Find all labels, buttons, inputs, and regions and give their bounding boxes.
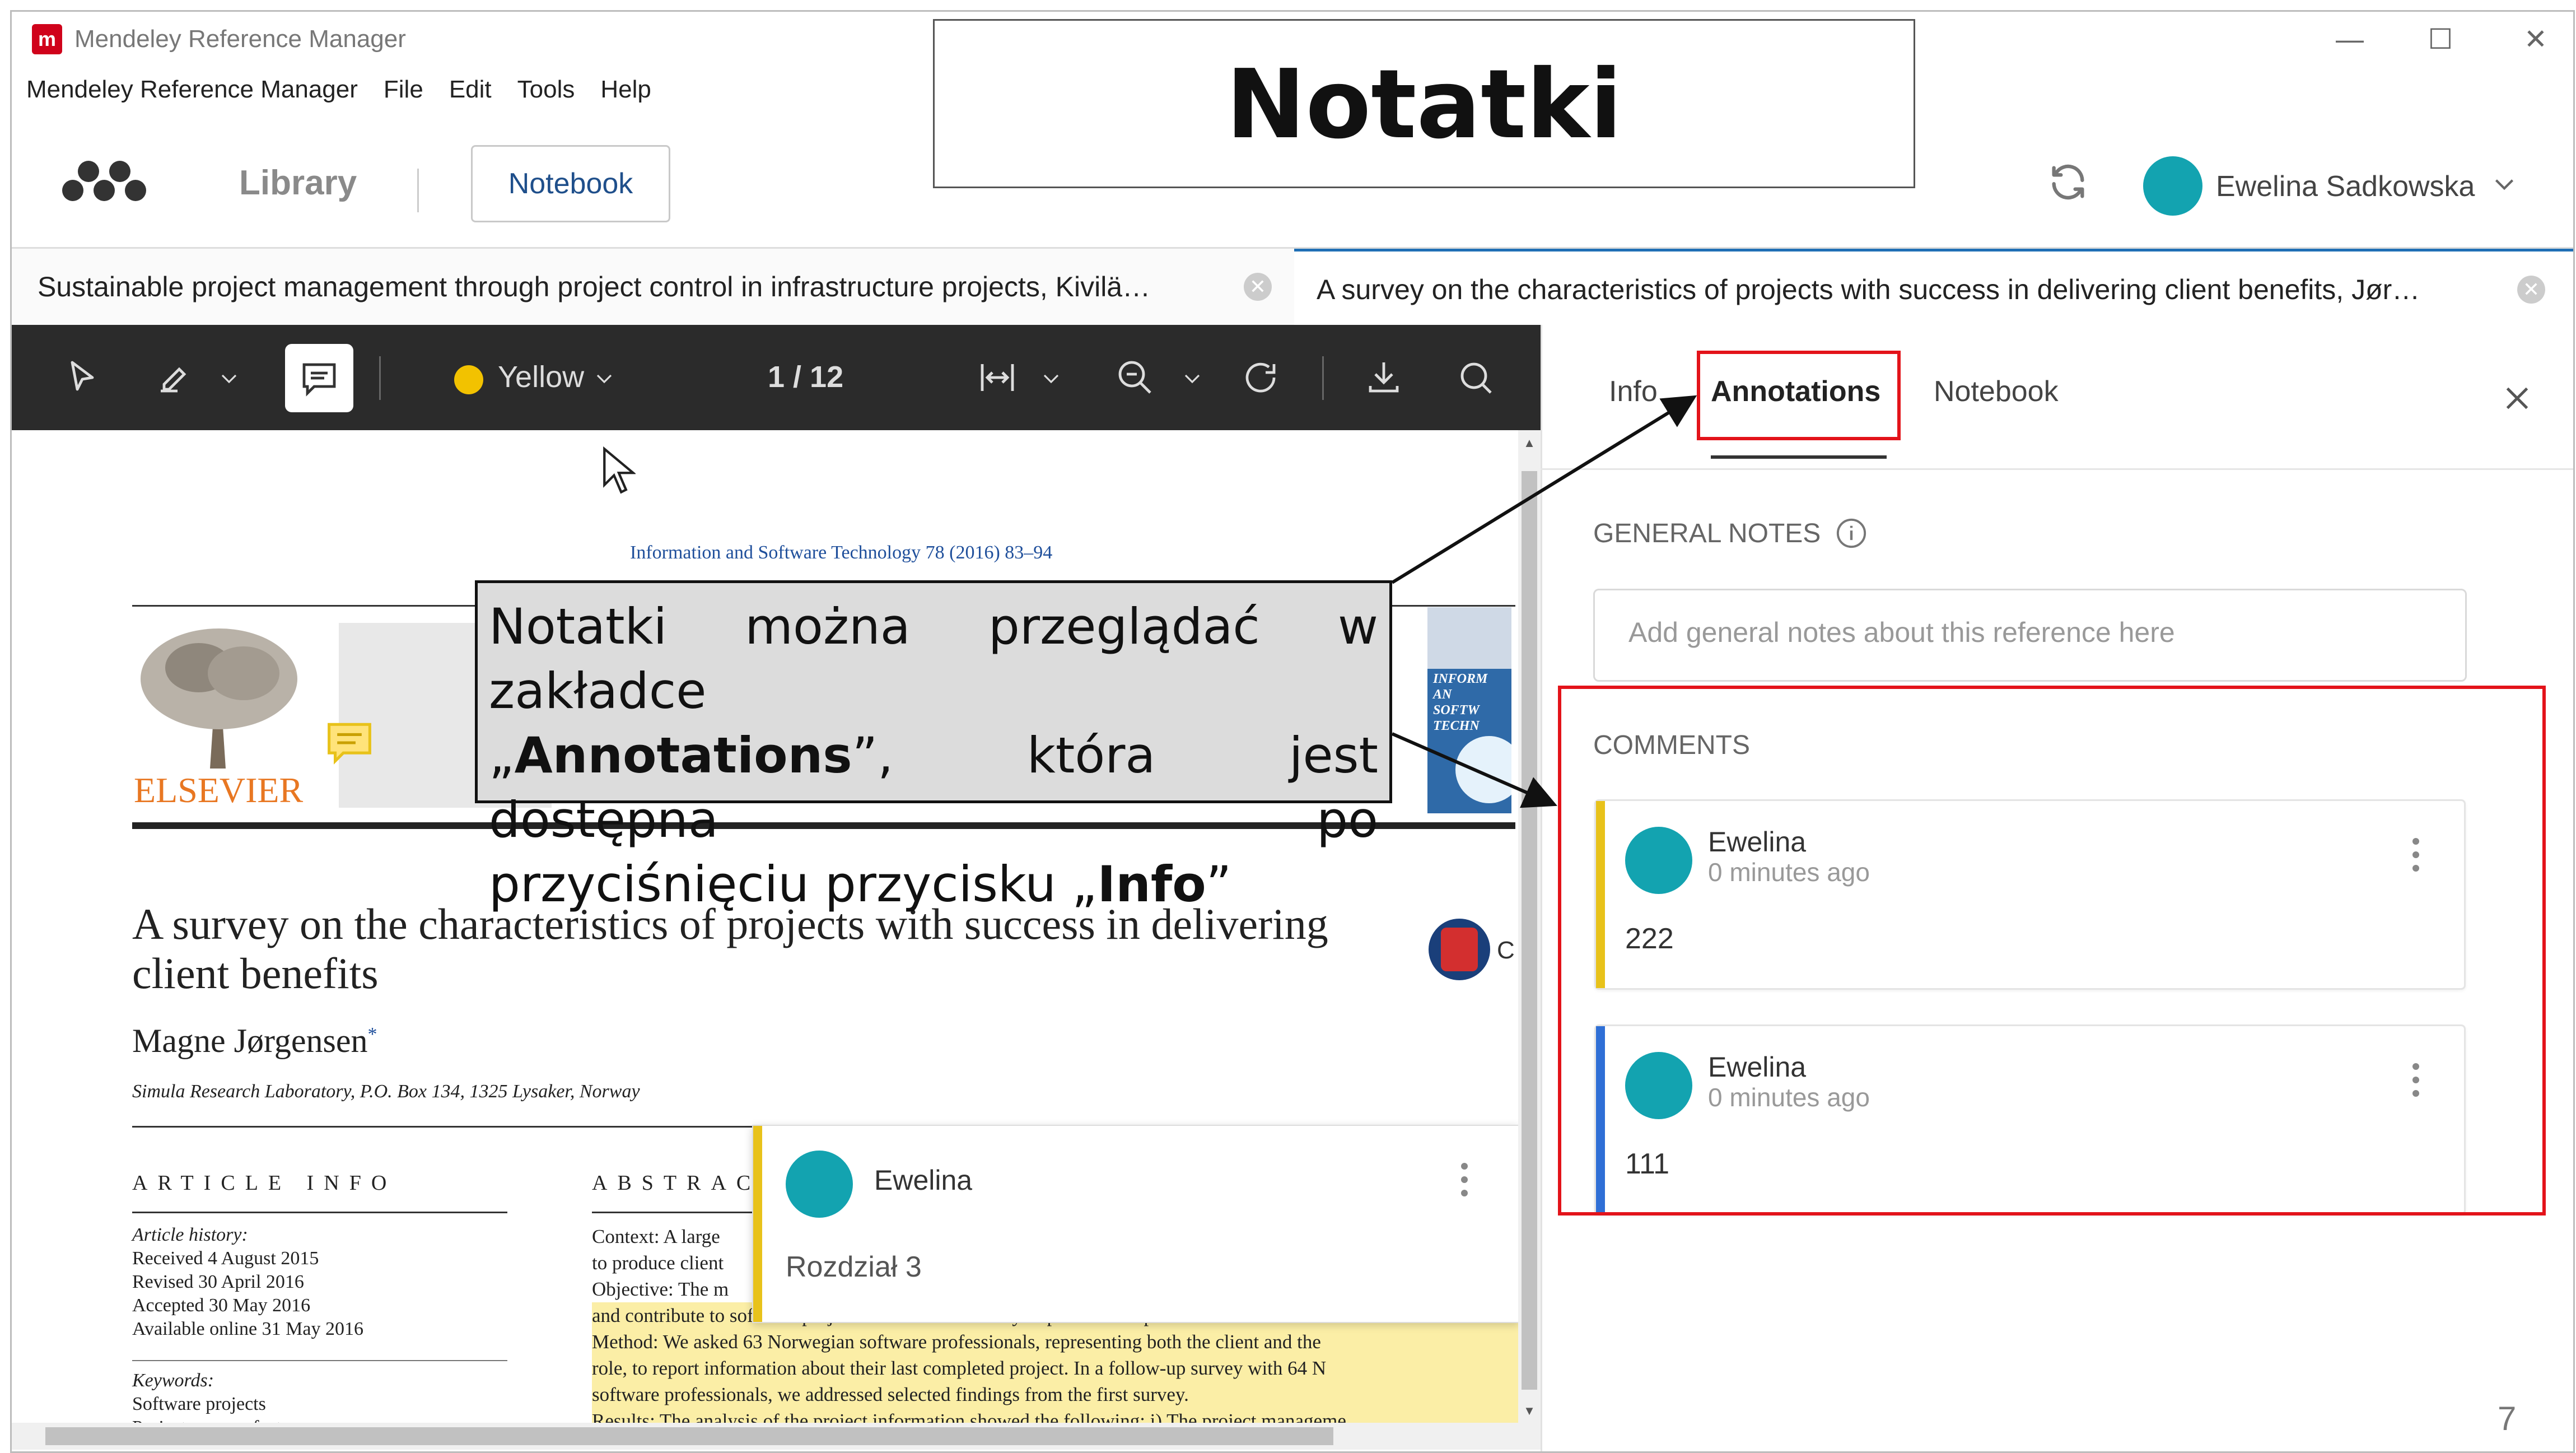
- vertical-scroll-thumb[interactable]: [1522, 471, 1537, 1390]
- rotate-icon[interactable]: [1240, 357, 1281, 398]
- elsevier-tree-logo: [141, 628, 297, 769]
- article-info-rule: [132, 1212, 507, 1213]
- active-tab-underline: [1711, 455, 1887, 459]
- window-title: Mendeley Reference Manager: [74, 25, 406, 53]
- popup-comment-card[interactable]: Ewelina Rozdział 3: [752, 1125, 1518, 1323]
- history-rule: [132, 1360, 507, 1361]
- cover-text: SOFTW: [1433, 703, 1480, 718]
- menu-bar: Mendeley Reference Manager File Edit Too…: [26, 76, 651, 109]
- scroll-up-icon[interactable]: ▲: [1522, 437, 1537, 449]
- journal-cover: INFORM AN SOFTW TECHN: [1427, 607, 1511, 813]
- annotations-tab-highlight: [1697, 351, 1901, 440]
- toolbar-divider: [379, 356, 381, 400]
- journal-line[interactable]: Information and Software Technology 78 (…: [630, 542, 1052, 563]
- comment-color-bar: [753, 1126, 762, 1322]
- pointer-icon[interactable]: [62, 357, 102, 398]
- yellow-swatch-icon[interactable]: [454, 365, 483, 394]
- chevron-down-icon[interactable]: [1179, 357, 1206, 398]
- crossmark-label: C: [1497, 937, 1515, 964]
- document-tab-label: A survey on the characteristics of proje…: [1317, 274, 2420, 305]
- avatar: [786, 1151, 853, 1218]
- sticky-note-button[interactable]: [285, 344, 353, 412]
- document-tabs: Sustainable project management through p…: [12, 247, 2573, 327]
- paper-author[interactable]: Magne Jørgensen*: [132, 1022, 377, 1060]
- document-tab-2[interactable]: A survey on the characteristics of proje…: [1294, 249, 2573, 325]
- cover-text: INFORM: [1433, 672, 1488, 686]
- menu-edit[interactable]: Edit: [449, 76, 492, 109]
- nav-divider: [417, 169, 419, 212]
- maximize-button[interactable]: ☐: [2410, 20, 2471, 59]
- more-options-icon[interactable]: [1461, 1163, 1469, 1203]
- highlight-color-select[interactable]: Yellow: [498, 360, 584, 394]
- comment-icon: [302, 363, 336, 397]
- author-footnote-mark: *: [367, 1024, 377, 1045]
- callout-line: przyciśnięciu przycisku „Info”: [489, 855, 1232, 913]
- panel-tabs-divider: [1541, 468, 2573, 470]
- article-info-heading: ARTICLE INFO: [132, 1171, 397, 1195]
- cover-text: TECHN: [1433, 719, 1480, 733]
- chevron-down-icon[interactable]: [1038, 357, 1065, 398]
- crossmark-icon[interactable]: [1429, 919, 1490, 980]
- callout-line: Notatki można przeglądać w zakładce: [489, 598, 1378, 720]
- note-marker-icon[interactable]: [324, 720, 375, 765]
- menu-app[interactable]: Mendeley Reference Manager: [26, 76, 358, 109]
- fit-width-icon[interactable]: [977, 357, 1018, 398]
- menu-file[interactable]: File: [384, 76, 423, 109]
- publisher-name: ELSEVIER: [134, 770, 304, 810]
- download-icon[interactable]: [1364, 357, 1404, 398]
- document-tab-label: Sustainable project management through p…: [38, 271, 1151, 302]
- slide-title: Notatki: [933, 19, 1915, 188]
- cover-text: AN: [1433, 687, 1452, 702]
- comments-highlight: [1558, 686, 2546, 1216]
- minimize-button[interactable]: —: [2319, 20, 2381, 59]
- sync-icon[interactable]: [2047, 161, 2089, 203]
- slide-page-number: 7: [2498, 1400, 2517, 1437]
- abstract-heading: ABSTRAC: [592, 1171, 761, 1195]
- user-avatar[interactable]: [2143, 156, 2202, 216]
- close-panel-icon[interactable]: [2500, 381, 2534, 415]
- info-icon[interactable]: [1835, 517, 1868, 549]
- callout-line: „Annotations”, która jest dostępna po: [489, 726, 1378, 849]
- horizontal-scroll-thumb[interactable]: [45, 1427, 1333, 1445]
- general-notes-heading: GENERAL NOTES: [1593, 519, 1821, 548]
- toolbar-divider: [1322, 356, 1324, 400]
- general-notes-input[interactable]: Add general notes about this reference h…: [1593, 589, 2467, 682]
- library-nav[interactable]: Library: [239, 163, 357, 203]
- instruction-callout: Notatki można przeglądać w zakładce „Ann…: [475, 580, 1392, 913]
- close-tab-icon[interactable]: ✕: [2517, 276, 2545, 304]
- viewer-toolbar: Yellow 1 / 12: [12, 325, 1541, 430]
- author-name: Magne Jørgensen: [132, 1022, 368, 1059]
- pdf-page[interactable]: Information and Software Technology 78 (…: [12, 430, 1518, 1423]
- notebook-nav-button[interactable]: Notebook: [471, 145, 670, 222]
- close-tab-icon[interactable]: ✕: [1244, 273, 1272, 301]
- zoom-out-icon[interactable]: [1115, 357, 1155, 398]
- chevron-down-icon[interactable]: [2490, 170, 2518, 198]
- close-window-button[interactable]: ✕: [2505, 20, 2566, 59]
- article-history: Article history: Received 4 August 2015 …: [132, 1224, 363, 1339]
- paper-affiliation: Simula Research Laboratory, P.O. Box 134…: [132, 1081, 640, 1102]
- chevron-down-icon[interactable]: [591, 357, 618, 398]
- scroll-down-icon[interactable]: ▼: [1522, 1405, 1537, 1417]
- user-name[interactable]: Ewelina Sadkowska: [2216, 170, 2475, 203]
- chevron-down-icon[interactable]: [216, 357, 242, 398]
- keywords: Keywords: Software projects Project succ…: [132, 1370, 305, 1423]
- page-indicator[interactable]: 1 / 12: [768, 360, 843, 394]
- comment-author: Ewelina: [874, 1165, 973, 1196]
- menu-tools[interactable]: Tools: [517, 76, 575, 109]
- highlighter-icon[interactable]: [154, 357, 194, 398]
- mouse-cursor-icon: [603, 446, 636, 494]
- menu-help[interactable]: Help: [600, 76, 651, 109]
- tab-notebook[interactable]: Notebook: [1934, 375, 2059, 408]
- mendeley-logo-icon: m: [32, 24, 62, 54]
- comment-text[interactable]: Rozdział 3: [786, 1250, 922, 1284]
- mendeley-brand-icon[interactable]: [62, 157, 146, 208]
- document-tab-1[interactable]: Sustainable project management through p…: [12, 249, 1294, 325]
- search-icon[interactable]: [1455, 357, 1496, 398]
- tab-info[interactable]: Info: [1609, 375, 1658, 408]
